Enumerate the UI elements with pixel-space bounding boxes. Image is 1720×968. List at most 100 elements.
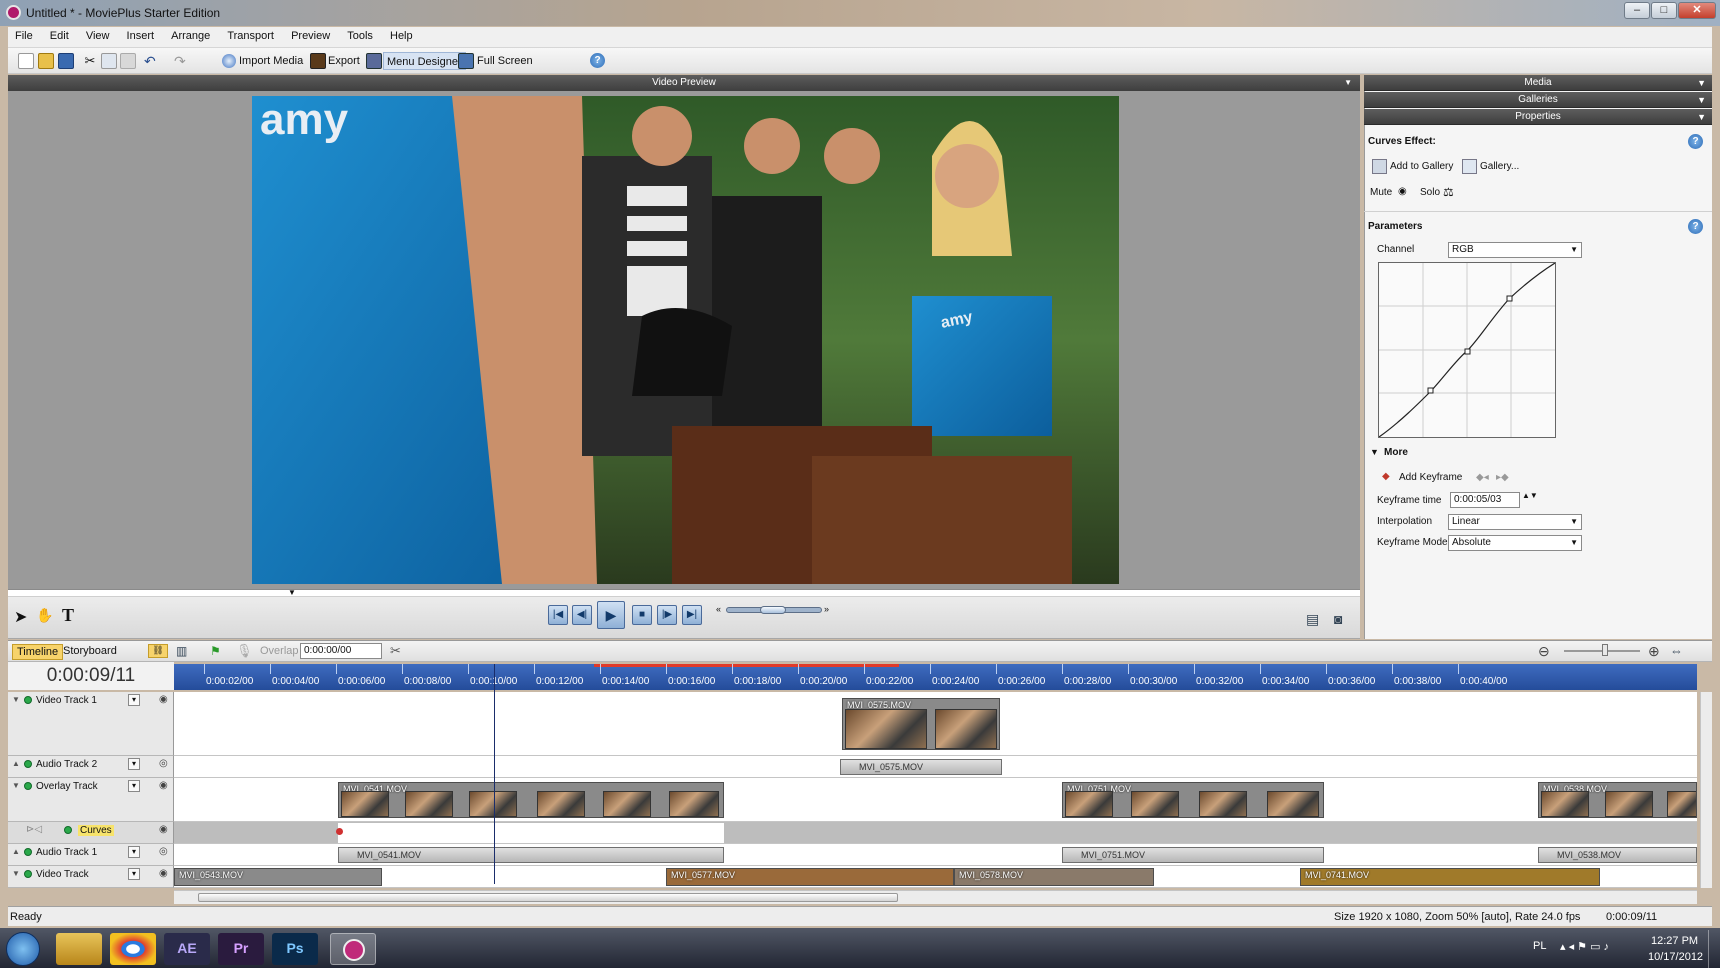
menu-insert[interactable]: Insert [120,27,162,42]
track-header-video[interactable]: ▼ Video Track ▾ ◉ [8,866,174,888]
more-expand-icon[interactable]: ▼ [1370,447,1379,457]
curve-point[interactable] [1464,348,1471,355]
shuttle-slider[interactable]: « » [716,604,832,616]
clip[interactable]: MVI_0578.MOV [954,868,1154,886]
chrome-icon[interactable] [110,933,156,965]
clip[interactable]: MVI_0741.MOV [1300,868,1600,886]
track-options-icon[interactable]: ▾ [128,780,140,792]
export-button[interactable]: Export [328,52,360,70]
preview-settings-icon[interactable]: ▤ [1306,611,1319,628]
effect-help-icon[interactable]: ? [1688,134,1703,149]
menu-view[interactable]: View [79,27,117,42]
paste-icon[interactable] [120,53,136,69]
playhead[interactable] [494,664,495,884]
copy-icon[interactable] [101,53,117,69]
speaker-icon[interactable]: ◎ [159,846,168,857]
previous-frame-button[interactable]: ◀| [572,605,592,625]
undo-icon[interactable]: ↶ [144,53,160,69]
solo-icon[interactable]: ⚖ [1443,185,1454,199]
after-effects-icon[interactable]: AE [164,933,210,965]
parameters-help-icon[interactable]: ? [1688,219,1703,234]
visibility-eye-icon[interactable]: ◉ [159,868,168,879]
track-enabled-icon[interactable] [24,870,32,878]
new-file-icon[interactable] [18,53,34,69]
channel-select[interactable]: RGB ▼ [1448,242,1582,258]
menu-preview[interactable]: Preview [284,27,337,42]
overlap-input[interactable]: 0:00:00/00 [300,643,382,659]
full-screen-button[interactable]: Full Screen [477,52,533,70]
track-enabled-icon[interactable] [24,696,32,704]
zoom-in-icon[interactable]: ⊕ [1648,643,1660,660]
track-enabled-icon[interactable] [24,760,32,768]
snapshot-camera-icon[interactable]: ◙ [1334,611,1342,627]
menu-help[interactable]: Help [383,27,420,42]
track-lane-audio-2[interactable]: MVI_0575.MOV [174,756,1697,778]
tab-timeline[interactable]: Timeline [12,644,64,660]
start-button-icon[interactable] [6,932,40,966]
tab-storyboard[interactable]: Storyboard [63,645,117,657]
select-tool-icon[interactable]: ➤ [14,607,27,627]
stop-button[interactable]: ■ [632,605,652,625]
cut-icon[interactable]: ✂ [82,53,98,69]
track-enabled-icon[interactable] [24,782,32,790]
show-desktop-button[interactable] [1708,930,1720,968]
track-header-video-1[interactable]: ▼ Video Track 1 ▾ ◉ [8,692,174,756]
clip[interactable]: MVI_0543.MOV [174,868,382,886]
visibility-eye-icon[interactable]: ◉ [159,780,168,791]
prev-keyframe-icon[interactable]: ◆◂ [1476,472,1489,483]
audio-clip[interactable]: MVI_0538.MOV [1538,847,1697,863]
play-button[interactable]: ▶ [597,601,625,629]
keyframe-time-spinner-icon[interactable]: ▲▼ [1522,491,1538,500]
close-button[interactable]: ✕ [1678,2,1716,19]
zoom-out-icon[interactable]: ⊖ [1538,643,1550,660]
audio-clip[interactable]: MVI_0751.MOV [1062,847,1324,863]
curve-editor[interactable] [1378,262,1556,438]
timeline-ruler[interactable]: 0:00:02/00 0:00:04/00 0:00:06/00 0:00:08/00… [174,664,1697,690]
track-options-icon[interactable]: ▾ [128,694,140,706]
panel-tab-media[interactable]: Media ▼ [1364,75,1712,91]
track-header-curves[interactable]: ⊳◁ Curves ◉ [8,822,174,844]
track-enabled-icon[interactable] [24,848,32,856]
interpolation-select[interactable]: Linear ▼ [1448,514,1582,530]
keyframe-marker[interactable] [336,828,343,835]
explorer-icon[interactable] [56,933,102,965]
movieplus-taskbar-icon[interactable] [330,933,376,965]
redo-icon[interactable]: ↷ [174,53,190,69]
keyframe-time-input[interactable]: 0:00:05/03 [1450,492,1520,508]
premiere-icon[interactable]: Pr [218,933,264,965]
dropdown-arrow-icon[interactable]: ▼ [1344,75,1352,91]
track-header-overlay[interactable]: ▼ Overlay Track ▾ ◉ [8,778,174,822]
track-header-audio-1[interactable]: ▲ Audio Track 1 ▾ ◎ [8,844,174,866]
track-options-icon[interactable]: ▾ [128,758,140,770]
audio-waveform-icon[interactable]: ▥ [176,644,187,658]
more-section-label[interactable]: More [1384,447,1408,458]
speaker-icon[interactable]: ◎ [159,758,168,769]
effect-name[interactable]: Curves [78,825,114,836]
minimize-button[interactable]: – [1624,2,1650,19]
panel-tab-galleries[interactable]: Galleries ▼ [1364,92,1712,108]
microphone-icon[interactable]: 🎙 [236,643,253,659]
clip[interactable]: MVI_0577.MOV [666,868,954,886]
visibility-eye-icon[interactable]: ◉ [159,824,168,835]
next-frame-button[interactable]: |▶ [657,605,677,625]
help-icon[interactable]: ? [590,53,605,68]
track-lane-video-1[interactable]: MVI_0575.MOV [174,692,1697,756]
tray-icons[interactable]: ▴ ◂ ⚑ ▭ ♪ [1560,940,1609,953]
track-options-icon[interactable]: ▾ [128,868,140,880]
curve-point[interactable] [1427,387,1434,394]
menu-edit[interactable]: Edit [43,27,76,42]
menu-designer-button[interactable]: Menu Designer [383,52,466,70]
photoshop-icon[interactable]: Ps [272,933,318,965]
next-keyframe-icon[interactable]: ▸◆ [1496,472,1509,483]
track-header-audio-2[interactable]: ▲ Audio Track 2 ▾ ◎ [8,756,174,778]
timeline-vertical-scrollbar[interactable] [1700,692,1712,888]
effect-range[interactable] [338,823,724,843]
add-to-gallery-button[interactable]: Add to Gallery [1390,161,1453,172]
visibility-eye-icon[interactable]: ◉ [159,694,168,705]
track-lane-curves[interactable] [174,822,1697,844]
audio-clip[interactable]: MVI_0541.MOV [338,847,724,863]
menu-tools[interactable]: Tools [340,27,380,42]
fit-to-window-icon[interactable]: ⇔ [1670,643,1683,658]
gallery-button[interactable]: Gallery... [1480,161,1519,172]
scrollbar-thumb[interactable] [198,893,898,902]
